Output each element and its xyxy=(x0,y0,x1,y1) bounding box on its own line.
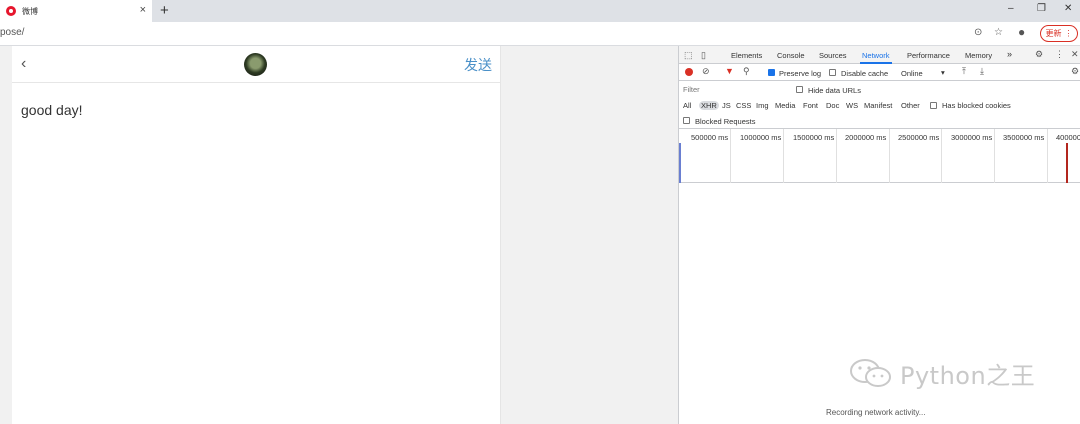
has-blocked-cookies-checkbox[interactable] xyxy=(930,102,937,109)
weibo-favicon-icon xyxy=(6,6,16,16)
device-toggle-icon[interactable]: ▯ xyxy=(701,50,706,61)
tab-strip: 微博 × + – ❐ ✕ xyxy=(0,0,1080,22)
timeline-gridline xyxy=(730,129,731,183)
preserve-log-label: Preserve log xyxy=(779,69,822,78)
disable-cache-checkbox[interactable] xyxy=(829,69,836,76)
more-tabs-icon[interactable]: » xyxy=(1007,49,1012,59)
address-bar: pose/ ⊙ ☆ ● 更新 ⋮ xyxy=(0,22,1080,46)
page-viewport: ‹ 发送 good day! xyxy=(0,46,678,424)
send-button[interactable]: 发送 xyxy=(464,55,492,75)
timeline-tick-label: 500000 ms xyxy=(691,133,729,142)
compose-header: ‹ 发送 xyxy=(12,46,500,83)
update-button[interactable]: 更新 ⋮ xyxy=(1040,25,1078,42)
timeline-start-marker xyxy=(679,143,681,183)
update-label: 更新 xyxy=(1045,29,1062,38)
timeline-tick-label: 2000000 ms xyxy=(845,133,887,142)
cast-icon[interactable]: ⊙ xyxy=(974,27,982,38)
throttle-select[interactable]: Online xyxy=(901,69,923,78)
browser-tab[interactable]: 微博 × xyxy=(0,0,152,22)
timeline-gridline xyxy=(836,129,837,183)
timeline-load-marker xyxy=(1066,143,1068,183)
inspect-element-icon[interactable]: ⬚ xyxy=(684,50,693,61)
type-css[interactable]: CSS xyxy=(736,101,751,110)
hide-data-urls-label: Hide data URLs xyxy=(808,86,861,95)
menu-dots-icon: ⋮ xyxy=(1064,29,1073,38)
throttle-dropdown-icon[interactable]: ▾ xyxy=(941,68,945,77)
clear-icon[interactable]: ⊘ xyxy=(702,66,710,77)
devtools-menu-icon[interactable]: ⋮ xyxy=(1055,49,1064,60)
recording-status: Recording network activity... xyxy=(826,408,926,417)
restore-icon[interactable]: ❐ xyxy=(1037,3,1046,14)
timeline-gridline xyxy=(941,129,942,183)
type-js[interactable]: JS xyxy=(722,101,731,110)
watermark: Python之王 xyxy=(848,356,1035,390)
search-icon[interactable]: ⚲ xyxy=(743,66,750,77)
tab-console[interactable]: Console xyxy=(777,51,805,60)
filter-funnel-icon[interactable]: ▼ xyxy=(725,66,734,76)
bookmark-star-icon[interactable]: ☆ xyxy=(994,27,1003,38)
tab-network[interactable]: Network xyxy=(860,51,892,64)
filter-input[interactable] xyxy=(681,83,789,96)
type-ws[interactable]: WS xyxy=(846,101,858,110)
post-text[interactable]: good day! xyxy=(21,102,83,118)
has-blocked-cookies-label: Has blocked cookies xyxy=(942,101,1011,110)
settings-gear-icon[interactable]: ⚙ xyxy=(1035,49,1043,60)
type-other[interactable]: Other xyxy=(901,101,920,110)
blocked-requests-label: Blocked Requests xyxy=(695,117,756,126)
close-window-icon[interactable]: ✕ xyxy=(1064,3,1072,14)
export-har-icon[interactable]: ⤓ xyxy=(980,66,984,77)
timeline-gridline xyxy=(994,129,995,183)
back-chevron-icon[interactable]: ‹ xyxy=(21,55,26,73)
profile-icon[interactable]: ● xyxy=(1018,25,1025,39)
blocked-requests-row: Blocked Requests xyxy=(679,114,1080,129)
tab-performance[interactable]: Performance xyxy=(907,51,950,60)
type-xhr[interactable]: XHR xyxy=(699,101,719,110)
record-icon[interactable] xyxy=(685,68,693,76)
timeline-gridline xyxy=(783,129,784,183)
type-media[interactable]: Media xyxy=(775,101,795,110)
type-all[interactable]: All xyxy=(683,101,691,110)
preserve-log-checkbox[interactable] xyxy=(768,69,775,76)
avatar[interactable] xyxy=(244,53,267,76)
minimize-icon[interactable]: – xyxy=(1008,3,1014,14)
timeline-tick-label: 1500000 ms xyxy=(793,133,835,142)
network-timeline[interactable]: 500000 ms 1000000 ms 1500000 ms 2000000 … xyxy=(679,129,1080,183)
timeline-gridline xyxy=(1047,129,1048,183)
wechat-logo-icon xyxy=(850,359,891,387)
devtools-tabbar: ⬚ ▯ Elements Console Sources Network Per… xyxy=(679,46,1080,64)
type-img[interactable]: Img xyxy=(756,101,769,110)
tab-memory[interactable]: Memory xyxy=(965,51,992,60)
tab-sources[interactable]: Sources xyxy=(819,51,847,60)
resource-type-filters: All XHR JS CSS Img Media Font Doc WS Man… xyxy=(679,98,1080,114)
timeline-gridline xyxy=(889,129,890,183)
timeline-tick-label: 2500000 ms xyxy=(898,133,940,142)
compose-page: ‹ 发送 good day! xyxy=(12,46,501,424)
import-har-icon[interactable]: ⤒ xyxy=(962,66,966,77)
network-toolbar: ⊘ ▼ ⚲ Preserve log Disable cache Online … xyxy=(679,64,1080,81)
url-text[interactable]: pose/ xyxy=(0,27,24,38)
blocked-requests-checkbox[interactable] xyxy=(683,117,690,124)
network-settings-icon[interactable]: ⚙ xyxy=(1071,66,1079,77)
filter-row: Hide data URLs xyxy=(679,81,1080,98)
timeline-tick-label: 3000000 ms xyxy=(951,133,993,142)
tab-title: 微博 xyxy=(22,6,38,16)
timeline-tick-label: 1000000 ms xyxy=(740,133,782,142)
watermark-text: Python之王 xyxy=(900,361,1036,390)
hide-data-urls-checkbox[interactable] xyxy=(796,86,803,93)
timeline-tick-label: 3500000 ms xyxy=(1003,133,1045,142)
tab-elements[interactable]: Elements xyxy=(731,51,762,60)
type-manifest[interactable]: Manifest xyxy=(864,101,892,110)
type-font[interactable]: Font xyxy=(803,101,818,110)
new-tab-button[interactable]: + xyxy=(160,2,169,20)
disable-cache-label: Disable cache xyxy=(841,69,889,78)
type-doc[interactable]: Doc xyxy=(826,101,839,110)
devtools-close-icon[interactable]: ✕ xyxy=(1071,49,1079,60)
tab-close-icon[interactable]: × xyxy=(140,4,146,16)
timeline-tick-label: 4000000 ms xyxy=(1056,133,1080,142)
